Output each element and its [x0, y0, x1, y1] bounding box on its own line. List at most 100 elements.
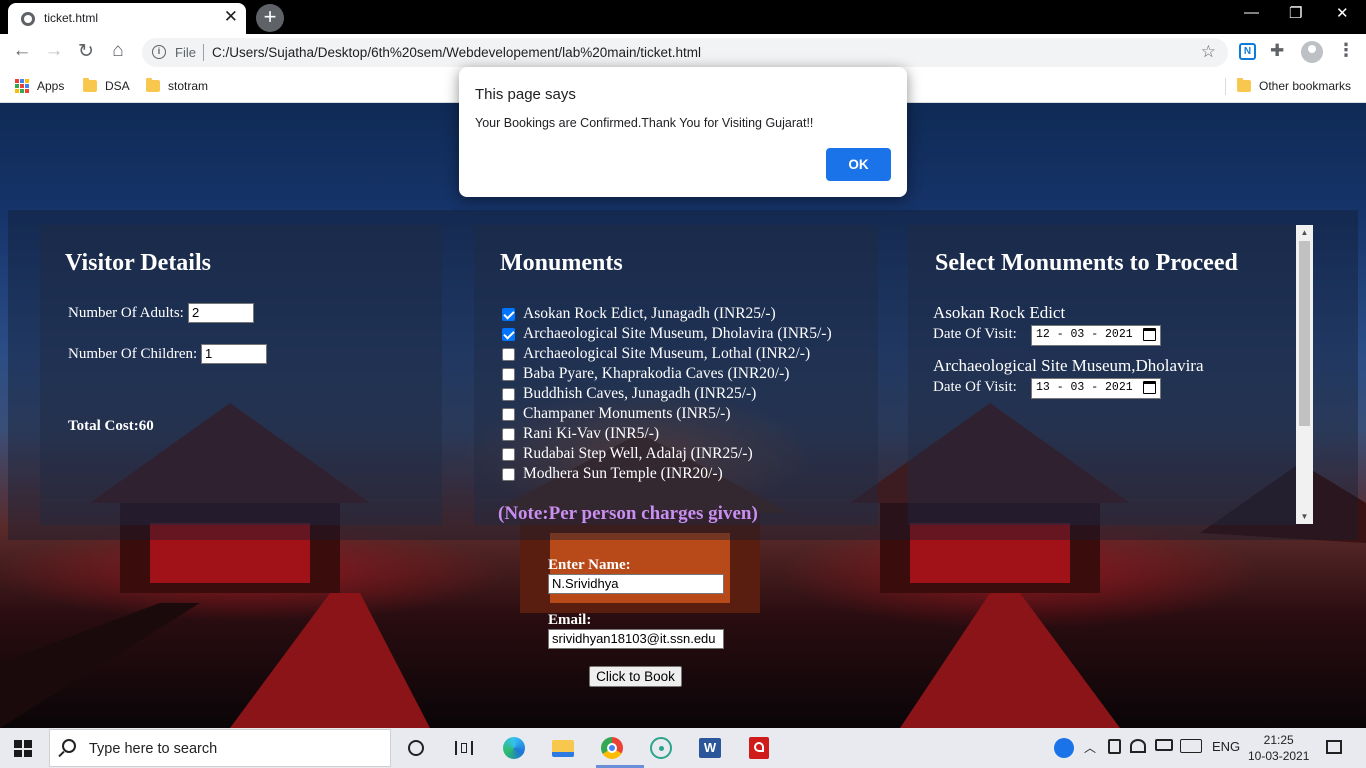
bookmark-label: Apps — [37, 79, 65, 93]
window-close-button[interactable]: ✕ — [1336, 4, 1349, 22]
monument-option[interactable]: Rudabai Step Well, Adalaj (INR25/-) — [502, 445, 753, 463]
visit-date-input[interactable]: 12 - 03 - 2021 — [1031, 325, 1161, 346]
monument-checkbox[interactable] — [502, 467, 515, 481]
extensions-puzzle-icon[interactable]: ✚ — [1270, 41, 1284, 61]
bookmark-label: DSA — [105, 79, 130, 93]
monument-option[interactable]: Archaeological Site Museum, Dholavira (I… — [502, 325, 832, 343]
monument-option[interactable]: Asokan Rock Edict, Junagadh (INR25/-) — [502, 305, 776, 323]
monument-label: Champaner Monuments (INR5/-) — [523, 405, 731, 422]
price-note: (Note:Per person charges given) — [498, 503, 758, 524]
new-tab-button[interactable]: + — [256, 4, 284, 32]
monument-label: Asokan Rock Edict, Junagadh (INR25/-) — [523, 305, 776, 322]
monument-label: Archaeological Site Museum, Lothal (INR2… — [523, 345, 811, 362]
monument-option[interactable]: Modhera Sun Temple (INR20/-) — [502, 465, 723, 483]
bookmark-dsa[interactable]: DSA — [83, 76, 130, 96]
monument-option[interactable]: Buddhish Caves, Junagadh (INR25/-) — [502, 385, 756, 403]
monument-checkbox[interactable] — [502, 327, 515, 341]
bookmark-label: stotram — [168, 79, 209, 93]
monument-checkbox[interactable] — [502, 447, 515, 461]
menu-kebab-icon[interactable]: ⋮ — [1337, 40, 1355, 61]
folder-icon — [1237, 78, 1251, 92]
word-icon[interactable]: W — [694, 732, 726, 764]
scroll-thumb[interactable] — [1299, 241, 1310, 426]
taskbar-search-box[interactable]: Type here to search — [49, 729, 391, 767]
cortana-icon[interactable] — [400, 732, 432, 764]
children-label: Number Of Children: — [68, 346, 198, 362]
scroll-down-arrow-icon[interactable]: ▼ — [1296, 512, 1313, 521]
monument-checkbox[interactable] — [502, 407, 515, 421]
book-button[interactable]: Click to Book — [589, 666, 682, 687]
monument-option[interactable]: Baba Pyare, Khaprakodia Caves (INR20/-) — [502, 365, 789, 383]
windows-start-icon[interactable] — [14, 740, 32, 757]
calendar-icon[interactable] — [1143, 328, 1156, 341]
calendar-icon[interactable] — [1143, 381, 1156, 394]
clock-date: 10-03-2021 — [1248, 749, 1310, 763]
monument-checkbox[interactable] — [502, 387, 515, 401]
dialog-title: This page says — [475, 86, 576, 103]
chrome-icon[interactable] — [596, 732, 644, 768]
bookmark-stotram[interactable]: stotram — [146, 76, 208, 96]
chevron-up-icon[interactable]: ︿ — [1084, 739, 1096, 756]
panel-scrollbar[interactable]: ▲ ▼ — [1296, 225, 1313, 524]
alert-dialog: This page says Your Bookings are Confirm… — [459, 67, 907, 197]
monument-label: Archaeological Site Museum, Dholavira (I… — [523, 325, 832, 342]
visit-date-value: 13 - 03 - 2021 — [1036, 381, 1133, 394]
network-icon[interactable] — [1130, 739, 1146, 753]
notifications-icon[interactable] — [1326, 740, 1342, 754]
task-view-icon[interactable] — [448, 732, 480, 764]
visit-date-input[interactable]: 13 - 03 - 2021 — [1031, 378, 1161, 399]
search-placeholder: Type here to search — [89, 741, 218, 757]
home-icon[interactable]: ⌂ — [106, 40, 130, 62]
ok-button[interactable]: OK — [826, 148, 891, 181]
monument-checkbox[interactable] — [502, 427, 515, 441]
name-label: Enter Name: — [548, 557, 631, 573]
monument-option[interactable]: Rani Ki-Vav (INR5/-) — [502, 425, 659, 443]
battery-icon[interactable] — [1155, 739, 1173, 751]
monument-option[interactable]: Archaeological Site Museum, Lothal (INR2… — [502, 345, 810, 363]
adults-input[interactable]: 2 — [188, 303, 254, 323]
minimize-button[interactable]: — — [1244, 4, 1259, 21]
language-indicator[interactable]: ENG — [1212, 739, 1240, 754]
clock-time: 21:25 — [1263, 733, 1294, 747]
adults-label: Number Of Adults: — [68, 305, 184, 321]
address-bar[interactable]: i File C:/Users/Sujatha/Desktop/6th%20se… — [142, 38, 1228, 67]
visitor-heading: Visitor Details — [65, 250, 211, 276]
browser-tab[interactable]: ticket.html ✕ — [8, 3, 246, 34]
name-input[interactable]: N.Srividhya — [548, 574, 724, 594]
file-explorer-icon[interactable] — [547, 732, 579, 764]
monument-label: Rudabai Step Well, Adalaj (INR25/-) — [523, 445, 753, 462]
children-input[interactable]: 1 — [201, 344, 267, 364]
electron-app-icon[interactable] — [645, 732, 677, 764]
url-text[interactable]: C:/Users/Sujatha/Desktop/6th%20sem/Webde… — [212, 45, 701, 60]
date-of-visit-label: Date Of Visit: — [933, 326, 1017, 342]
system-clock[interactable]: 21:25 10-03-2021 — [1248, 732, 1309, 764]
email-input[interactable]: srividhyan18103@it.ssn.edu — [548, 629, 724, 649]
total-cost: Total Cost:60 — [68, 418, 154, 434]
other-bookmarks[interactable]: Other bookmarks — [1237, 76, 1351, 96]
tab-strip: ticket.html ✕ + — ❐ ✕ — [0, 0, 1366, 34]
monument-option[interactable]: Champaner Monuments (INR5/-) — [502, 405, 731, 423]
edge-icon[interactable] — [498, 732, 530, 764]
reload-icon[interactable]: ↻ — [74, 40, 98, 63]
scroll-up-arrow-icon[interactable]: ▲ — [1296, 228, 1313, 237]
device-icon[interactable] — [1108, 739, 1121, 754]
forward-icon[interactable]: → — [42, 40, 66, 62]
keyboard-icon[interactable] — [1180, 739, 1202, 753]
monument-checkbox[interactable] — [502, 347, 515, 361]
monument-label: Buddhish Caves, Junagadh (INR25/-) — [523, 385, 757, 402]
back-icon[interactable]: ← — [10, 40, 34, 62]
help-icon[interactable] — [1054, 738, 1074, 758]
info-icon[interactable]: i — [152, 45, 166, 59]
pdf-reader-icon[interactable] — [743, 732, 775, 764]
monument-checkbox[interactable] — [502, 367, 515, 381]
restore-button[interactable]: ❐ — [1289, 4, 1302, 22]
selected-monument-name: Asokan Rock Edict — [933, 303, 1066, 322]
profile-avatar-icon[interactable] — [1301, 41, 1323, 63]
email-label: Email: — [548, 612, 592, 628]
tab-close-icon[interactable]: ✕ — [224, 7, 238, 27]
extension-n-icon[interactable]: N — [1239, 43, 1256, 60]
other-bookmarks-label: Other bookmarks — [1259, 79, 1352, 93]
bookmark-star-icon[interactable]: ☆ — [1201, 42, 1216, 62]
bookmark-apps[interactable]: Apps — [15, 76, 64, 96]
monument-checkbox[interactable] — [502, 307, 515, 321]
